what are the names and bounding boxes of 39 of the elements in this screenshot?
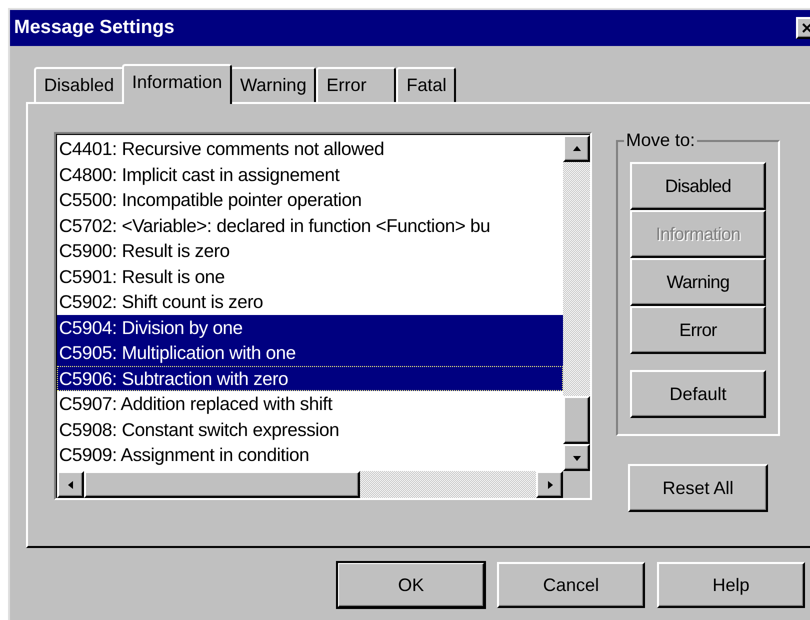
message-item[interactable]: C5702: <Variable>: declared in function <Function> bu [57,212,563,238]
move-button[interactable]: Error [630,306,766,354]
tab[interactable]: Error [316,67,396,102]
scroll-down-button[interactable] [563,444,590,471]
scroll-right-button[interactable] [536,471,563,498]
scroll-thumb[interactable] [84,471,360,498]
window-title: Message Settings [14,16,176,40]
scroll-up-button[interactable] [563,135,590,162]
vertical-scrollbar[interactable] [563,135,590,471]
close-icon [802,23,810,33]
message-item[interactable]: C5904: Division by one [57,314,563,340]
scroll-up-icon [572,144,582,154]
message-item[interactable]: C5907: Addition replaced with shift [57,391,563,416]
message-item[interactable]: C5908: Constant switch expression [57,416,563,442]
tab[interactable]: Fatal [396,67,456,102]
message-item[interactable]: C5906: Subtraction with zero [57,366,563,391]
message-item[interactable]: C5905: Multiplication with one [57,340,563,366]
message-item[interactable]: C5500: Incompatible pointer operation [57,187,563,212]
tab[interactable]: Information [122,64,232,104]
message-item[interactable]: C5909: Assignment in condition [57,442,563,468]
reset-all-button[interactable]: Reset All [628,464,768,512]
horizontal-scrollbar[interactable] [57,471,563,498]
scroll-thumb[interactable] [563,396,590,444]
scrollbar-corner [563,471,590,498]
message-item[interactable]: C5900: Result is zero [57,238,563,264]
message-item[interactable]: C5901: Result is one [57,264,563,289]
message-item[interactable]: C4800: Implicit cast in assignement [57,162,563,187]
move-button[interactable]: Warning [630,258,766,306]
message-item[interactable]: C4401: Recursive comments not allowed [57,136,563,162]
dialog-button[interactable]: Cancel [497,562,645,608]
tab[interactable]: Disabled [34,67,124,102]
tab[interactable]: Warning [230,67,316,102]
scroll-left-icon [66,480,76,490]
dialog-button[interactable]: OK [337,562,485,608]
default-button[interactable]: Default [630,370,766,418]
dialog-button[interactable]: Help [657,562,805,608]
scroll-left-button[interactable] [57,471,84,498]
move-button[interactable]: Disabled [630,162,766,210]
message-item[interactable]: C5902: Shift count is zero [57,289,563,314]
